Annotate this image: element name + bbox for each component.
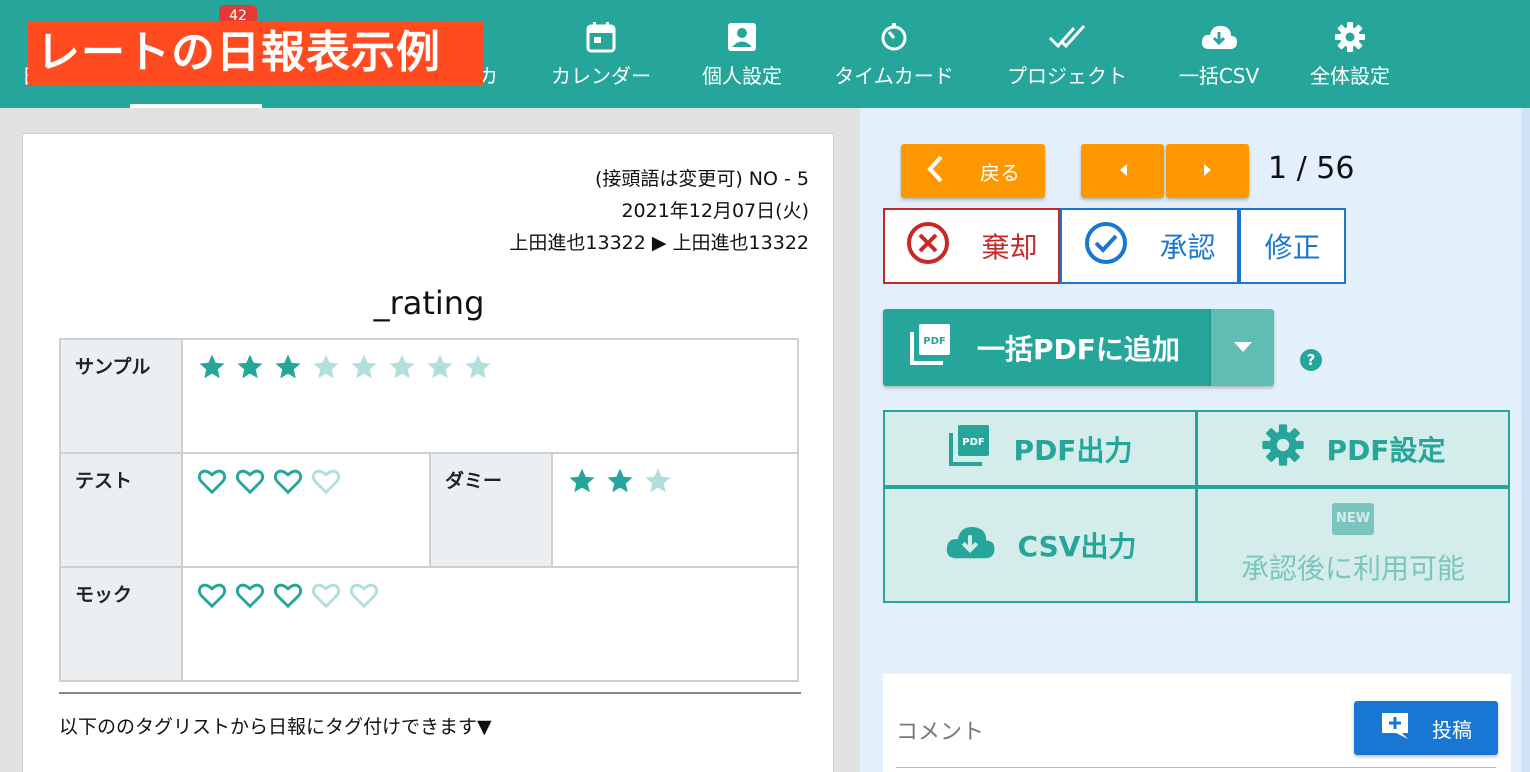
next-button[interactable] xyxy=(1166,144,1249,198)
star-icon-filled xyxy=(605,466,635,500)
nav-item-timecard[interactable]: タイムカード xyxy=(826,0,962,108)
divider xyxy=(59,692,801,694)
tag-list-note: 以下ののタグリストから日報にタグ付けできます▼ xyxy=(59,716,492,738)
star-icon-empty xyxy=(311,352,341,386)
bulk-pdf-add-button[interactable]: PDF 一括PDFに追加 xyxy=(883,309,1211,386)
star-icon-filled xyxy=(273,352,303,386)
cancel-circle-icon xyxy=(905,220,951,273)
report-date: 2021年12月07日(火) xyxy=(621,200,809,222)
pdf-settings-button[interactable]: PDF設定 xyxy=(1196,410,1510,487)
rating-value-sample xyxy=(181,338,799,454)
csv-output-label: CSV出力 xyxy=(1017,530,1137,563)
rating-label-mock: モック xyxy=(59,566,183,682)
star-icon-empty xyxy=(463,352,493,386)
nav-label: 個人設定 xyxy=(702,64,782,88)
scrollbar[interactable] xyxy=(1521,108,1530,772)
pdf-dropdown-toggle[interactable] xyxy=(1211,309,1274,386)
nav-label: 一括CSV xyxy=(1178,64,1260,88)
heart-icon-filled xyxy=(273,466,303,500)
heart-icon-empty xyxy=(311,466,341,500)
approve-button[interactable]: 承認 xyxy=(1060,208,1239,284)
pdf-file-icon: PDF xyxy=(948,423,992,474)
rating-label-sample: サンプル xyxy=(59,338,183,454)
nav-item-bulk-csv[interactable]: 一括CSV xyxy=(1170,0,1268,108)
chevron-left-icon xyxy=(926,155,944,187)
after-approval-label: 承認後に利用可能 xyxy=(1240,552,1465,585)
nav-label: カレンダー xyxy=(551,64,651,88)
gear-icon xyxy=(1334,20,1366,54)
nav-item-personal-settings[interactable]: 個人設定 xyxy=(694,0,790,108)
fix-label: 修正 xyxy=(1264,231,1321,264)
prev-button[interactable] xyxy=(1081,144,1164,198)
timer-icon xyxy=(879,20,909,54)
report-title: _rating xyxy=(373,284,485,322)
nav-label: プロジェクト xyxy=(1007,64,1127,88)
star-icon-empty xyxy=(425,352,455,386)
pdf-settings-label: PDF設定 xyxy=(1326,433,1446,467)
comment-underline xyxy=(896,767,1496,768)
cloud-download-icon xyxy=(944,523,996,568)
heart-icon-filled xyxy=(197,466,227,500)
reject-button[interactable]: 棄却 xyxy=(883,208,1060,284)
heart-icon-filled xyxy=(273,580,303,614)
star-icon-filled xyxy=(197,352,227,386)
calendar-icon xyxy=(586,20,616,54)
heart-icon-empty xyxy=(311,580,341,614)
pdf-file-icon: PDF xyxy=(909,322,953,373)
comment-input[interactable]: コメント xyxy=(896,714,984,746)
double-check-icon xyxy=(1048,20,1086,54)
caret-left-icon xyxy=(1118,162,1128,181)
new-badge-icon: NEW xyxy=(1332,503,1374,535)
star-icon-filled xyxy=(567,466,597,500)
rating-value-dummy xyxy=(551,452,799,568)
caret-down-icon xyxy=(1233,338,1253,357)
back-button[interactable]: 戻る xyxy=(901,144,1045,198)
star-icon-empty xyxy=(643,466,673,500)
check-circle-icon xyxy=(1083,220,1129,273)
caret-right-icon xyxy=(1203,162,1213,181)
fix-button[interactable]: 修正 xyxy=(1239,208,1346,284)
pdf-output-button[interactable]: PDF PDF出力 xyxy=(883,410,1197,487)
heart-icon-filled xyxy=(235,466,265,500)
star-icon-filled xyxy=(235,352,265,386)
rating-value-mock xyxy=(181,566,799,682)
help-icon[interactable]: ? xyxy=(1300,349,1322,371)
nav-item-global-settings[interactable]: 全体設定 xyxy=(1300,0,1400,108)
report-panel: (接頭語は変更可) NO - 5 2021年12月07日(火) 上田進也1332… xyxy=(22,133,834,772)
nav-label: 全体設定 xyxy=(1310,64,1390,88)
nav-item-project[interactable]: プロジェクト xyxy=(1000,0,1134,108)
nav-label: タイムカード xyxy=(834,64,954,88)
page-indicator: 1 / 56 xyxy=(1268,151,1355,186)
report-route: 上田進也13322 ▶ 上田進也13322 xyxy=(509,232,809,254)
add-comment-icon xyxy=(1380,711,1410,746)
star-icon-empty xyxy=(387,352,417,386)
after-approval-button: NEW 承認後に利用可能 xyxy=(1196,487,1510,603)
pdf-output-label: PDF出力 xyxy=(1013,433,1133,467)
post-label: 投稿 xyxy=(1432,717,1472,742)
heart-icon-filled xyxy=(235,580,265,614)
bulk-pdf-add-label: 一括PDFに追加 xyxy=(977,332,1180,366)
svg-text:PDF: PDF xyxy=(962,437,984,448)
cloud-download-icon xyxy=(1200,20,1238,54)
account-box-icon xyxy=(727,20,757,54)
nav-item-calendar[interactable]: カレンダー xyxy=(546,0,656,108)
heart-icon-filled xyxy=(197,580,227,614)
rating-value-test xyxy=(181,452,431,568)
nav-active-indicator xyxy=(130,104,262,108)
back-label: 戻る xyxy=(980,160,1020,185)
post-comment-button[interactable]: 投稿 xyxy=(1354,701,1498,755)
rating-label-dummy: ダミー xyxy=(429,452,553,568)
heart-icon-empty xyxy=(349,580,379,614)
csv-output-button[interactable]: CSV出力 xyxy=(883,487,1197,603)
approve-label: 承認 xyxy=(1159,231,1216,264)
svg-text:PDF: PDF xyxy=(923,336,945,347)
overlay-caption: レートの日報表示例 xyxy=(28,21,483,85)
star-icon-empty xyxy=(349,352,379,386)
rating-label-test: テスト xyxy=(59,452,183,568)
report-number: (接頭語は変更可) NO - 5 xyxy=(594,168,809,190)
gear-icon xyxy=(1261,423,1305,474)
reject-label: 棄却 xyxy=(981,231,1038,264)
